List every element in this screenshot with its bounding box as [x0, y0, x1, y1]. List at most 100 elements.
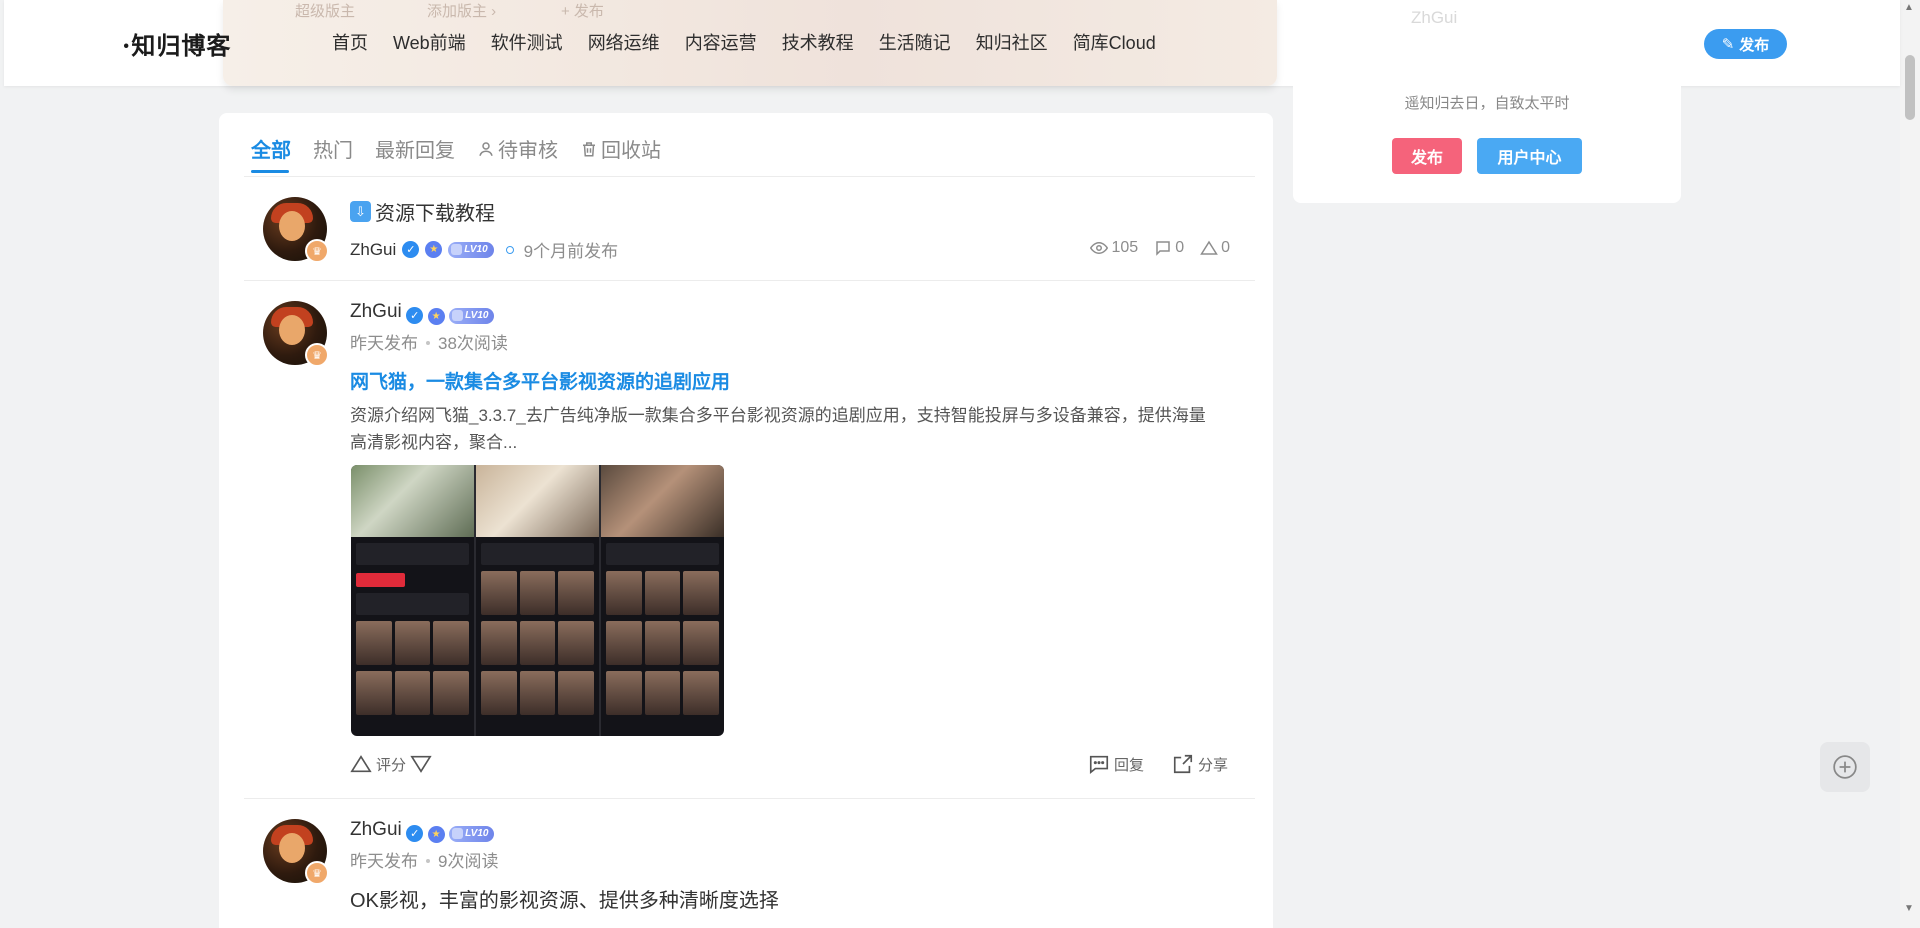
hero-ghost-text: + 发布 [561, 3, 604, 20]
floating-add-button[interactable] [1820, 742, 1870, 792]
scroll-down-arrow-icon[interactable]: ▼ [1904, 903, 1914, 914]
reply-label: 回复 [1113, 756, 1144, 774]
post-author-line: ZhGui ✓ ★ LV10 [350, 819, 495, 843]
tab-hot[interactable]: 热门 [313, 134, 353, 163]
screenshot-image[interactable] [476, 465, 601, 736]
nav-item-community[interactable]: 知归社区 [976, 29, 1048, 55]
user-center-button[interactable]: 用户中心 [1477, 138, 1582, 174]
nav-item-tutorial[interactable]: 技术教程 [782, 29, 854, 55]
post-list-card: 全部 热门 最新回复 待审核 回收站 ♛ ⇩ 资源下载教程 ZhGui ✓ ★ [219, 113, 1273, 928]
main-nav: 首页 Web前端 软件测试 网络运维 内容运营 技术教程 生活随记 知归社区 简… [332, 29, 1181, 55]
nav-item-testing[interactable]: 软件测试 [491, 29, 563, 55]
user-sidebar-card: ZhGui 遥知归去日，自致太平时 发布 用户中心 [1293, 0, 1681, 203]
downvote-icon[interactable] [410, 753, 432, 775]
post-actions: 评分 回复 分享 [350, 753, 1228, 775]
nav-item-web[interactable]: Web前端 [393, 29, 466, 55]
post-title[interactable]: 网飞猫，一款集合多平台影视资源的追剧应用 [350, 367, 730, 394]
nav-item-home[interactable]: 首页 [332, 29, 368, 55]
post-image-gallery[interactable] [351, 465, 724, 736]
screenshot-image[interactable] [601, 465, 724, 736]
status-dot-icon [505, 245, 514, 254]
views-stat: 105 [1090, 239, 1138, 257]
page-scrollbar[interactable]: ▲ ▼ [1900, 0, 1920, 928]
post-meta: 昨天发布 38次阅读 [350, 329, 508, 354]
divider [244, 798, 1255, 799]
post-meta: 昨天发布 9次阅读 [350, 847, 498, 872]
comment-dots-icon [1089, 755, 1109, 774]
scroll-up-arrow-icon[interactable]: ▲ [1904, 2, 1914, 13]
avatar[interactable]: ♛ [263, 301, 329, 367]
sidebar-actions: 发布 用户中心 [1293, 138, 1681, 174]
tab-latest-reply[interactable]: 最新回复 [375, 134, 455, 163]
share-icon [1173, 754, 1193, 774]
post-time: 昨天发布 [350, 852, 418, 871]
rate-label: 评分 [376, 756, 407, 774]
eye-icon [1090, 241, 1109, 255]
comments-stat: 0 [1154, 239, 1184, 257]
tab-label: 热门 [313, 140, 353, 162]
verified-icon: ✓ [406, 307, 424, 324]
level-badge: LV10 [449, 308, 495, 324]
post-title[interactable]: ⇩ 资源下载教程 [350, 197, 495, 226]
share-label: 分享 [1197, 756, 1228, 774]
post-title-text: 资源下载教程 [375, 203, 495, 225]
tab-all[interactable]: 全部 [251, 134, 291, 173]
hero-ghost-text: 超级版主 [295, 3, 356, 20]
post-meta: ZhGui ✓ ★ LV10 9个月前发布 [350, 237, 618, 262]
rate-control: 评分 [350, 753, 432, 775]
tab-label: 最新回复 [375, 140, 455, 162]
verified-icon: ✓ [402, 241, 420, 258]
avatar[interactable]: ♛ [263, 819, 329, 885]
tab-label: 全部 [251, 140, 291, 162]
read-count: 38次阅读 [438, 334, 508, 353]
pencil-icon: ✎ [1721, 36, 1735, 53]
publish-button[interactable]: ✎ 发布 [1704, 29, 1787, 59]
sidebar-publish-button[interactable]: 发布 [1392, 138, 1462, 174]
site-logo[interactable]: ·知归博客 [122, 26, 231, 61]
post-stats: 105 0 0 [1090, 239, 1230, 257]
reply-button[interactable]: 回复 [1088, 753, 1144, 775]
likes-count: 0 [1221, 239, 1230, 256]
post-excerpt: 资源介绍网飞猫_3.3.7_去广告纯净版一款集合多平台影视资源的追剧应用，支持智… [350, 406, 1206, 452]
download-icon: ⇩ [350, 201, 371, 222]
filter-tabs: 全部 热门 最新回复 待审核 回收站 [251, 134, 683, 173]
nav-item-life[interactable]: 生活随记 [879, 29, 951, 55]
upvote-icon[interactable] [350, 753, 372, 775]
user-check-icon [479, 141, 493, 156]
nav-item-content[interactable]: 内容运营 [685, 29, 757, 55]
screenshot-image[interactable] [351, 465, 476, 736]
nav-item-cloud[interactable]: 简库Cloud [1073, 29, 1156, 55]
triangle-up-icon [1200, 240, 1218, 255]
crown-icon: ♛ [305, 861, 329, 885]
crown-icon: ♛ [305, 343, 329, 367]
divider [244, 280, 1255, 281]
comment-icon [1156, 241, 1170, 256]
hero-ghost-text: 添加版主 › [427, 3, 497, 20]
author-name[interactable]: ZhGui [350, 301, 402, 322]
medal-icon: ★ [427, 308, 445, 325]
tab-recycle-bin[interactable]: 回收站 [580, 134, 661, 163]
medal-icon: ★ [425, 241, 443, 258]
author-name[interactable]: ZhGui [350, 819, 402, 840]
comments-count: 0 [1175, 239, 1185, 256]
nav-item-ops[interactable]: 网络运维 [588, 29, 660, 55]
plus-circle-icon [1833, 755, 1857, 779]
share-button[interactable]: 分享 [1172, 753, 1228, 775]
crown-icon: ♛ [305, 239, 329, 263]
divider [244, 176, 1255, 177]
medal-icon: ★ [427, 826, 445, 843]
level-badge: LV10 [449, 826, 495, 842]
sidebar-motto: 遥知归去日，自致太平时 [1404, 95, 1570, 112]
tab-label: 待审核 [498, 140, 558, 162]
post-title[interactable]: OK影视，丰富的影视资源、提供多种清晰度选择 [350, 884, 779, 913]
publish-label: 发布 [1739, 36, 1770, 54]
post-time: 昨天发布 [350, 334, 418, 353]
sidebar-username: ZhGui [1411, 8, 1458, 27]
avatar[interactable]: ♛ [263, 197, 329, 263]
author-name[interactable]: ZhGui [350, 240, 396, 260]
page: 超级版主 添加版主 › + 发布 ·知归博客 首页 Web前端 软件测试 网络运… [0, 0, 1920, 928]
scrollbar-thumb[interactable] [1905, 55, 1915, 120]
post-time: 9个月前发布 [523, 242, 619, 261]
tab-pending[interactable]: 待审核 [477, 134, 558, 163]
read-count: 9次阅读 [438, 852, 499, 871]
